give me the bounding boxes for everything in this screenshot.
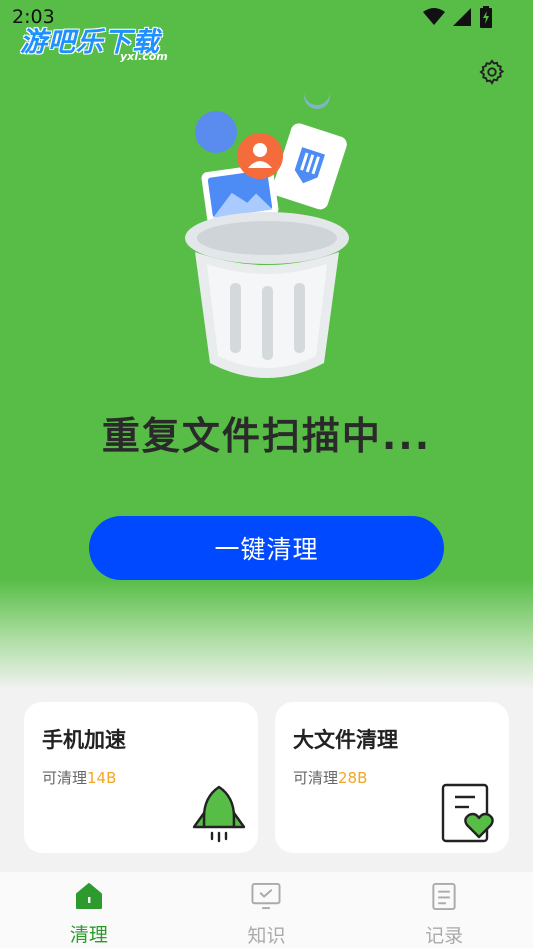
- document-icon: [432, 882, 456, 911]
- watermark-sub: yxl.com: [120, 50, 168, 63]
- monitor-check-icon: [251, 882, 281, 910]
- card-title: 大文件清理: [293, 728, 398, 752]
- wifi-icon: [423, 8, 445, 25]
- bottom-tab-bar: 清理 知识 记录: [0, 872, 533, 948]
- card-subtitle: 可清理28B: [293, 769, 368, 787]
- trash-bin-illustration: [185, 92, 349, 378]
- tab-label: 清理: [69, 924, 108, 946]
- rocket-icon: [192, 785, 246, 843]
- card-amount: 28B: [338, 769, 368, 787]
- phone-boost-card[interactable]: 手机加速 可清理14B: [24, 702, 258, 853]
- tab-knowledge[interactable]: 知识: [206, 872, 326, 948]
- signal-icon: [453, 8, 471, 26]
- card-title: 手机加速: [42, 728, 126, 752]
- settings-button[interactable]: [476, 56, 508, 88]
- tab-label: 记录: [425, 925, 464, 947]
- blue-bubble: [195, 111, 237, 153]
- scan-status-title: 重复文件扫描中...: [101, 414, 432, 458]
- file-heart-icon: [441, 783, 494, 843]
- card-amount: 14B: [87, 769, 117, 787]
- large-file-clean-card[interactable]: 大文件清理 可清理28B: [275, 702, 509, 853]
- home-icon: [75, 883, 102, 909]
- battery-icon: [480, 6, 492, 28]
- one-click-clean-button[interactable]: 一键清理: [89, 516, 444, 580]
- tab-label: 知识: [247, 925, 286, 947]
- document-card: [272, 123, 347, 210]
- watermark-logo: 游吧乐下载 yxl.com: [20, 20, 190, 70]
- card-subtitle: 可清理14B: [42, 769, 117, 787]
- tab-clean[interactable]: 清理: [29, 872, 149, 948]
- teal-half-circle: [304, 92, 330, 109]
- status-icons: [423, 6, 493, 28]
- gear-icon: [479, 59, 505, 85]
- tab-records[interactable]: 记录: [384, 872, 504, 948]
